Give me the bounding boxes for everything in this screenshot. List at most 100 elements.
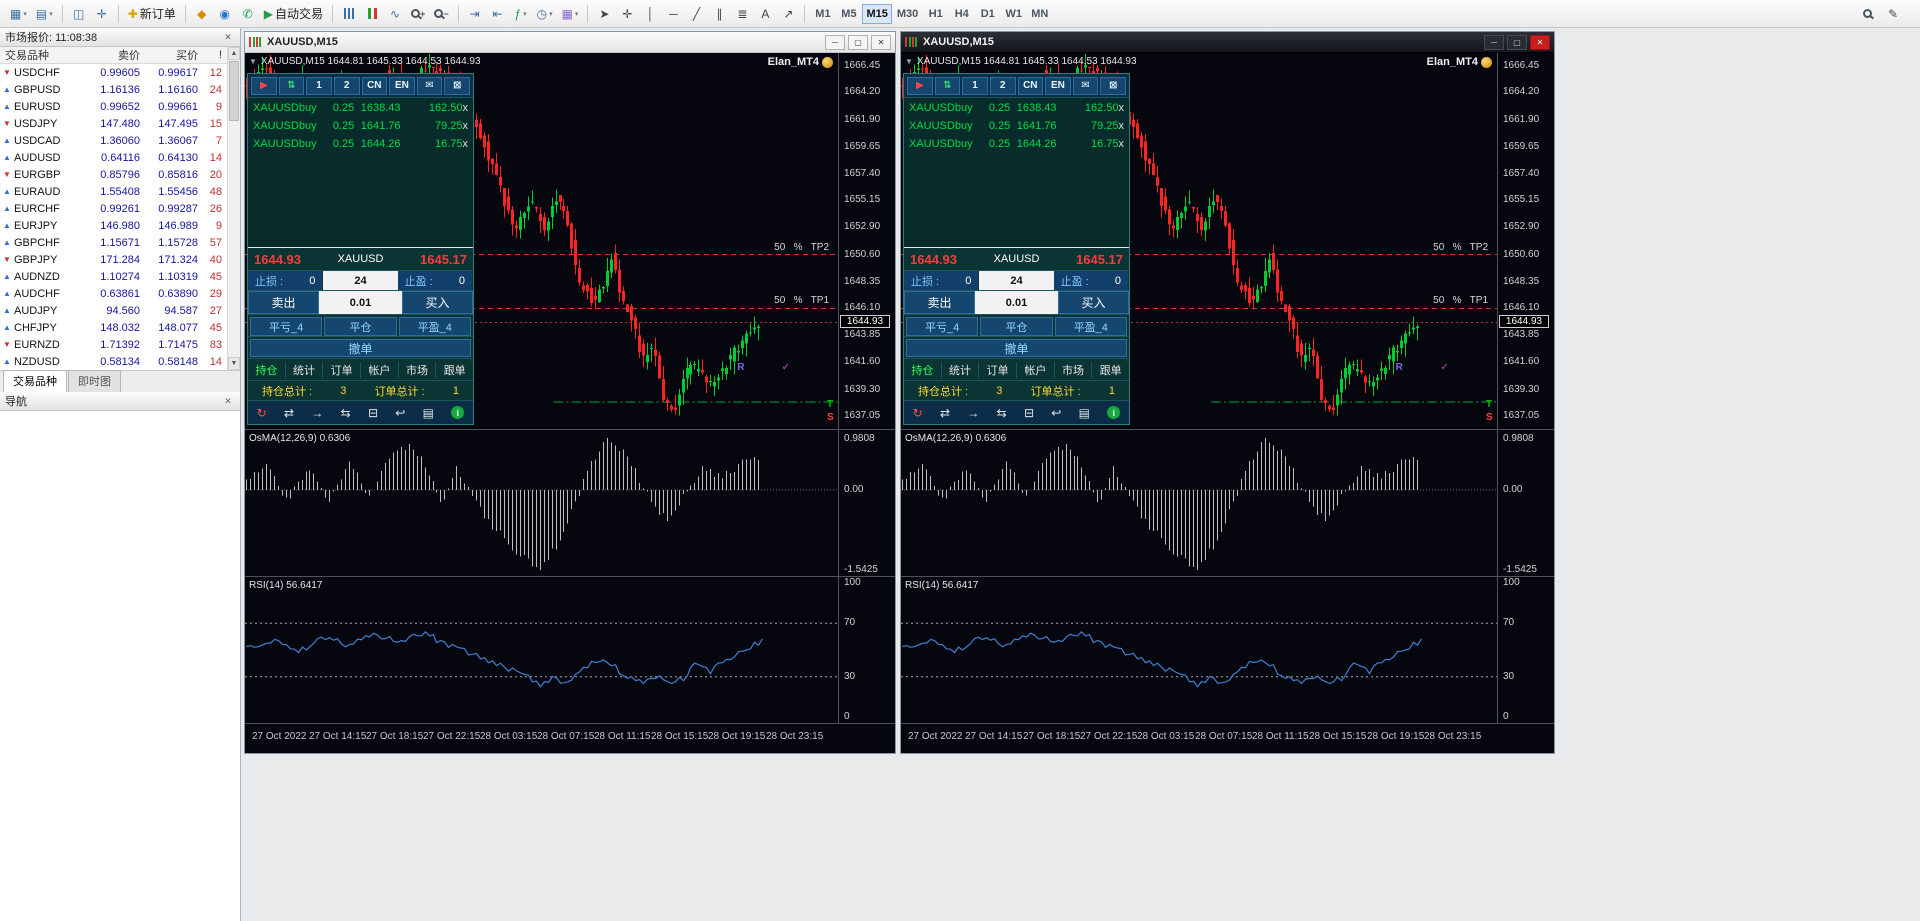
column-bid[interactable]: 卖价	[86, 47, 144, 63]
market-watch-row[interactable]: ▲ EURCHF 0.99261 0.99287 26	[0, 200, 227, 217]
time-axis[interactable]: 27 Oct 2022 27 Oct 14:15 27 Oct 18:15 27 Oc…	[901, 724, 1554, 753]
bar-chart-button[interactable]	[338, 3, 360, 25]
column-spread[interactable]: !	[202, 49, 227, 61]
panel-lang-cn-button[interactable]: CN	[1017, 76, 1044, 95]
chart-window-titlebar[interactable]: XAUUSD,M15 ─ ▢ ✕	[901, 32, 1554, 53]
candlestick-chart-button[interactable]	[361, 3, 383, 25]
buy-button[interactable]: 买入	[1058, 291, 1129, 314]
pane-splitter[interactable]	[901, 723, 1554, 724]
osma-pane[interactable]: OsMA(12,26,9) 0.6306	[901, 430, 1554, 576]
one-click-toggle-icon[interactable]: ▼	[249, 57, 257, 66]
periods-button[interactable]: ◷ ▾	[533, 3, 557, 25]
fibonacci-button[interactable]: ≣	[731, 3, 753, 25]
data-window-button[interactable]: ✛	[91, 3, 113, 25]
market-watch-button[interactable]: ◫	[68, 3, 90, 25]
buy-button[interactable]: 买入	[402, 291, 473, 314]
panel-sync-button[interactable]: ⇅	[934, 76, 961, 95]
market-watch-row[interactable]: ▲ GBPCHF 1.15671 1.15728 57	[0, 234, 227, 251]
panel-tab[interactable]: 统计	[942, 361, 980, 378]
close-all-button[interactable]: 平仓	[324, 317, 397, 336]
sell-button[interactable]: 卖出	[248, 291, 319, 314]
panel-tab[interactable]: 订单	[323, 361, 362, 378]
new-chart-button[interactable]: ▦ ▾	[6, 3, 31, 25]
close-position-button[interactable]: x	[463, 102, 469, 114]
timeframe-w1-button[interactable]: W1	[1001, 4, 1026, 24]
support-button[interactable]: ✆	[237, 3, 259, 25]
column-ask[interactable]: 买价	[144, 47, 202, 63]
take-profit-field[interactable]: 止盈 : 0	[1053, 271, 1129, 290]
templates-button[interactable]: ▦ ▾	[558, 3, 583, 25]
pane-splitter[interactable]	[245, 429, 895, 430]
window-restore-button[interactable]: ▢	[848, 34, 868, 50]
column-symbol[interactable]: 交易品种	[0, 47, 86, 63]
panel-play-button[interactable]: ▶	[907, 76, 933, 95]
forward-icon[interactable]: →	[967, 406, 979, 420]
cursor-button[interactable]: ➤	[593, 3, 615, 25]
community-button[interactable]: ◉	[214, 3, 236, 25]
pane-splitter[interactable]	[901, 576, 1554, 577]
window-close-button[interactable]: ✕	[1530, 34, 1550, 50]
stop-loss-field[interactable]: 止损 : 0	[904, 271, 980, 290]
scroll-down-icon[interactable]: ▼	[228, 357, 240, 370]
price-chart-pane[interactable]: ▼ XAUUSD,M15 1644.81 1645.33 1644.53 164…	[901, 53, 1554, 429]
close-losing-button[interactable]: 平亏_4	[250, 317, 323, 336]
swap-icon[interactable]: ⇄	[940, 406, 950, 420]
panel-tab[interactable]: 持仓	[248, 361, 286, 378]
market-watch-row[interactable]: ▲ AUDUSD 0.64116 0.64130 14	[0, 149, 227, 166]
info-icon[interactable]: i	[1107, 406, 1121, 419]
forward-icon[interactable]: →	[311, 406, 323, 420]
profiles-button[interactable]: ▤ ▾	[32, 3, 57, 25]
market-watch-row[interactable]: ▲ CHFJPY 148.032 148.077 45	[0, 319, 227, 336]
rsi-pane[interactable]: RSI(14) 56.6417	[901, 577, 1554, 723]
panel-tab[interactable]: 市场	[399, 361, 437, 378]
market-watch-scrollbar[interactable]: ▲ ▼	[227, 47, 240, 370]
market-watch-row[interactable]: ▼ EURGBP 0.85796 0.85816 20	[0, 166, 227, 183]
price-chart-pane[interactable]: ▼ XAUUSD,M15 1644.81 1645.33 1644.53 164…	[245, 53, 895, 429]
rsi-pane[interactable]: RSI(14) 56.6417	[245, 577, 895, 723]
metaeditor-button[interactable]: ✎	[1882, 3, 1904, 25]
report-icon[interactable]: ▤	[1079, 406, 1090, 420]
cancel-orders-button[interactable]: 撤单	[250, 339, 471, 357]
panel-tab[interactable]: 跟单	[436, 362, 473, 378]
close-position-button[interactable]: x	[1119, 102, 1125, 114]
line-chart-button[interactable]: ∿	[384, 3, 406, 25]
refresh-icon[interactable]: ↻	[913, 406, 923, 420]
new-order-button[interactable]: ✚ 新订单	[124, 3, 180, 25]
close-position-button[interactable]: x	[1119, 138, 1125, 150]
vertical-line-button[interactable]: │	[639, 3, 661, 25]
panel-lang-cn-button[interactable]: CN	[361, 76, 388, 95]
market-watch-row[interactable]: ▲ AUDNZD 1.10274 1.10319 45	[0, 268, 227, 285]
exchange-icon[interactable]: ⇆	[997, 406, 1007, 420]
panel-close-panel-button[interactable]: ⊠	[444, 76, 470, 95]
timeframe-m1-button[interactable]: M1	[810, 4, 835, 24]
panel-preset-1-button[interactable]: 1	[962, 76, 988, 95]
market-watch-row[interactable]: ▼ EURNZD 1.71392 1.71475 83	[0, 336, 227, 353]
panel-sync-button[interactable]: ⇅	[278, 76, 305, 95]
auto-scroll-button[interactable]: ⇥	[464, 3, 486, 25]
timeframe-m5-button[interactable]: M5	[836, 4, 861, 24]
report-icon[interactable]: ▤	[423, 406, 434, 420]
timeframe-m30-button[interactable]: M30	[893, 4, 922, 24]
timeframe-m15-button[interactable]: M15	[862, 3, 892, 24]
timeframe-h4-button[interactable]: H4	[949, 4, 974, 24]
market-watch-column-header[interactable]: 交易品种 卖价 买价 !	[0, 47, 240, 64]
panel-mail-button[interactable]: ✉	[1072, 76, 1099, 95]
market-watch-row[interactable]: ▲ NZDUSD 0.58134 0.58148 14	[0, 353, 227, 370]
market-watch-row[interactable]: ▲ EURJPY 146.980 146.989 9	[0, 217, 227, 234]
channel-button[interactable]: ∥	[708, 3, 730, 25]
close-position-button[interactable]: x	[1119, 120, 1125, 132]
autotrading-button[interactable]: ▶ 自动交易	[260, 3, 327, 25]
zoom-in-button[interactable]: +	[407, 3, 429, 25]
panel-play-button[interactable]: ▶	[251, 76, 277, 95]
pane-splitter[interactable]	[245, 576, 895, 577]
market-watch-row[interactable]: ▲ USDCAD 1.36060 1.36067 7	[0, 132, 227, 149]
panel-preset-1-button[interactable]: 1	[306, 76, 332, 95]
text-label-button[interactable]: A	[754, 3, 776, 25]
window-close-button[interactable]: ✕	[871, 34, 891, 50]
collapse-icon[interactable]: ⊟	[1024, 406, 1034, 420]
price-scale[interactable]: 1666.45 1664.20 1661.90 1659.65 1657.40 1655.…	[1498, 53, 1554, 753]
pane-splitter[interactable]	[245, 723, 895, 724]
market-watch-row[interactable]: ▲ AUDJPY 94.560 94.587 27	[0, 302, 227, 319]
close-profit-button[interactable]: 平盈_4	[1054, 317, 1127, 336]
horizontal-line-button[interactable]: ─	[662, 3, 684, 25]
